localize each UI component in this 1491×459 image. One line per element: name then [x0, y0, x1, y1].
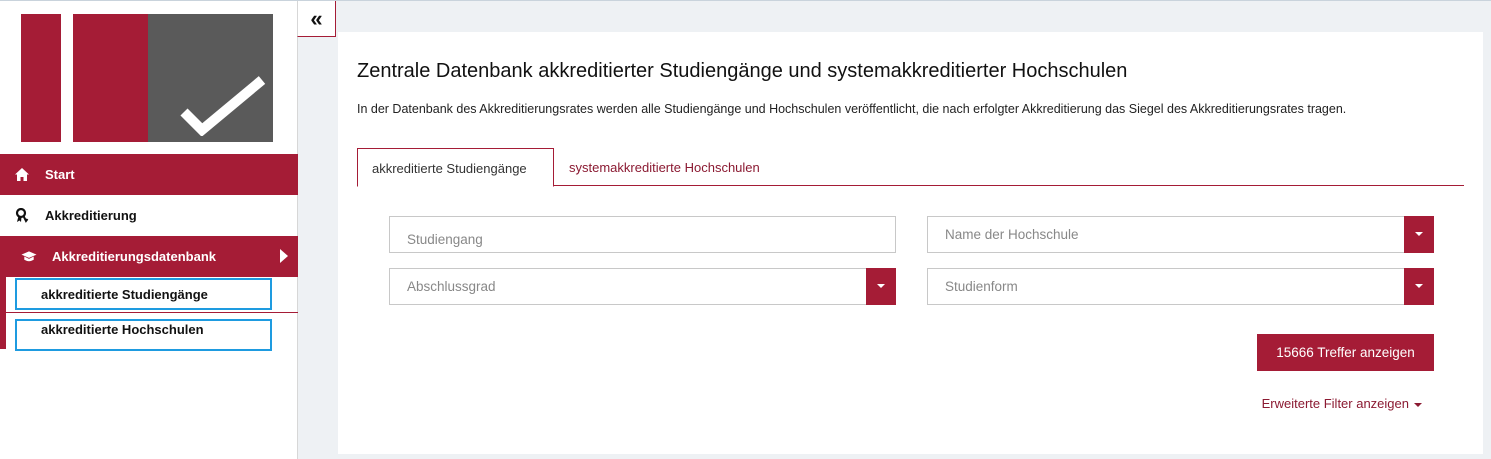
chevron-down-icon[interactable] — [866, 268, 896, 305]
sidebar-nav: Start Akkreditierung Akkreditierungsdate… — [0, 154, 298, 351]
intro-text: In der Datenbank des Akkreditierungsrate… — [357, 102, 1347, 116]
caret-down-icon — [1414, 402, 1422, 407]
home-icon — [14, 167, 30, 183]
hochschule-placeholder: Name der Hochschule — [945, 227, 1079, 242]
show-results-button[interactable]: 15666 Treffer anzeigen — [1257, 334, 1434, 371]
abschlussgrad-placeholder: Abschlussgrad — [407, 279, 496, 294]
logo-bar-middle — [73, 14, 148, 142]
sidebar-item-label: Akkreditierungsdatenbank — [52, 249, 216, 264]
advanced-filters-label: Erweiterte Filter anzeigen — [1261, 396, 1409, 411]
logo-bar-left — [21, 14, 61, 142]
abschlussgrad-select[interactable]: Abschlussgrad — [389, 268, 896, 305]
sidebar-item-akkreditierungsdatenbank[interactable]: Akkreditierungsdatenbank — [0, 236, 298, 277]
sidebar-item-akkreditierung[interactable]: Akkreditierung — [0, 195, 298, 236]
collapse-sidebar-button[interactable]: « — [297, 1, 336, 37]
studiengang-input[interactable] — [389, 216, 896, 253]
page-title: Zentrale Datenbank akkreditierter Studie… — [357, 60, 1128, 82]
chevron-down-icon[interactable] — [1404, 268, 1434, 305]
subnav-divider — [6, 312, 298, 313]
checkmark-icon — [180, 76, 266, 136]
studienform-select[interactable]: Studienform — [927, 268, 1434, 305]
tab-akkreditierte-studiengaenge[interactable]: akkreditierte Studiengänge — [357, 148, 554, 187]
graduation-cap-icon — [21, 249, 37, 265]
logo[interactable] — [21, 14, 273, 142]
hochschule-select[interactable]: Name der Hochschule — [927, 216, 1434, 253]
advanced-filters-link[interactable]: Erweiterte Filter anzeigen — [1262, 396, 1422, 411]
sidebar-item-start[interactable]: Start — [0, 154, 298, 195]
subnav-item-hochschulen[interactable]: akkreditierte Hochschulen — [15, 319, 272, 351]
studienform-placeholder: Studienform — [945, 279, 1018, 294]
tab-bar: akkreditierte Studiengänge systemakkredi… — [357, 148, 1464, 187]
award-icon — [14, 208, 30, 224]
sidebar-item-label: Akkreditierung — [45, 208, 137, 223]
app-window: Start Akkreditierung Akkreditierungsdate… — [0, 0, 1491, 459]
caret-right-icon — [280, 249, 288, 263]
subnav-indicator — [0, 277, 6, 349]
sidebar-item-label: Start — [45, 167, 75, 182]
sidebar-subnav: akkreditierte Studiengänge akkreditierte… — [0, 277, 298, 351]
subnav-item-studiengaenge[interactable]: akkreditierte Studiengänge — [15, 278, 272, 310]
main-card: Zentrale Datenbank akkreditierter Studie… — [338, 32, 1483, 454]
sidebar: Start Akkreditierung Akkreditierungsdate… — [0, 1, 298, 459]
chevron-down-icon[interactable] — [1404, 216, 1434, 253]
tab-systemakkreditierte-hochschulen[interactable]: systemakkreditierte Hochschulen — [555, 148, 774, 186]
